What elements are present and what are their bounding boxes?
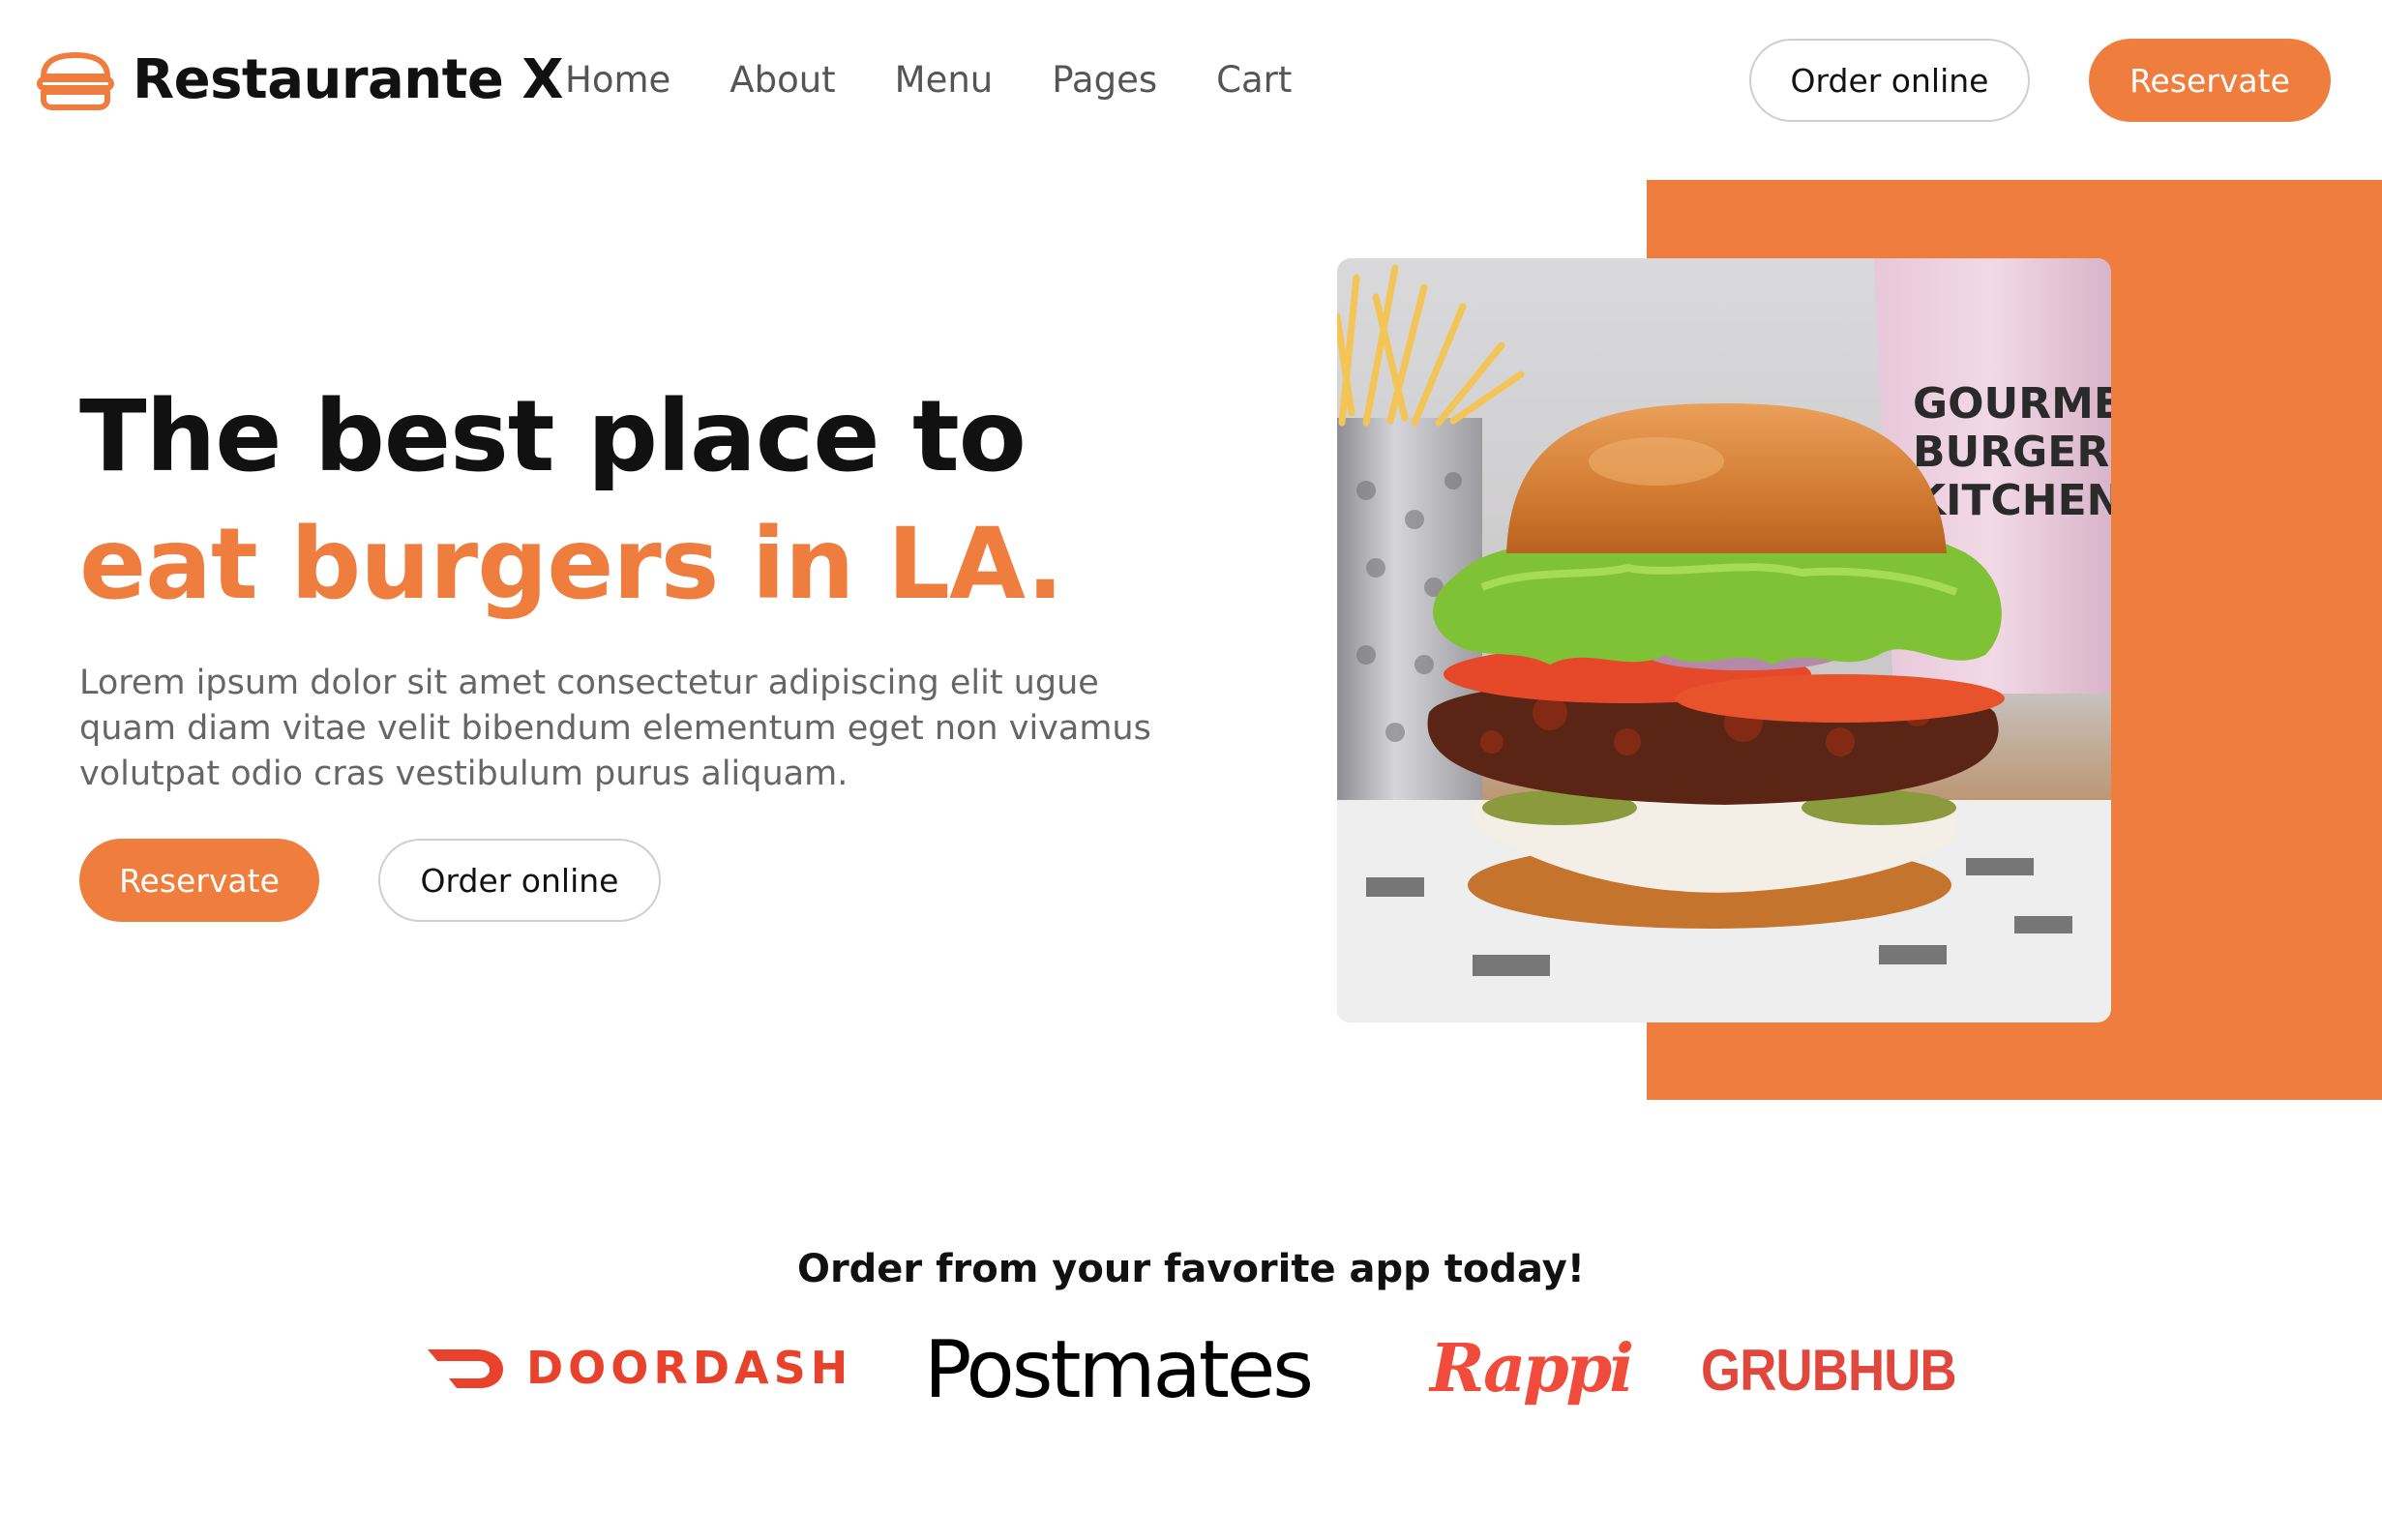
svg-text:BURGER: BURGER xyxy=(1913,428,2109,477)
brand-name[interactable]: Restaurante X xyxy=(133,48,564,112)
doordash-icon xyxy=(428,1349,503,1388)
nav-home[interactable]: Home xyxy=(565,53,670,107)
burger-logo-icon[interactable] xyxy=(36,51,115,111)
nav-cart[interactable]: Cart xyxy=(1216,53,1292,107)
svg-text:KITCHEN: KITCHEN xyxy=(1913,476,2111,525)
cup-print-icon: GOURMET BURGER KITCHEN xyxy=(1913,379,2111,525)
rappi-logo[interactable]: Rappi xyxy=(1430,1326,1634,1411)
nav-about[interactable]: About xyxy=(729,53,835,107)
apps-section-title: Order from your favorite app today! xyxy=(796,1247,1586,1291)
hero-burger-image: GOURMET BURGER KITCHEN xyxy=(1337,258,2111,1022)
hero-title-line2: eat burgers in LA. xyxy=(79,507,1064,622)
hero-order-online-button[interactable]: Order online xyxy=(378,839,661,922)
doordash-wordmark: DOORDASH xyxy=(526,1342,853,1394)
nav-pages[interactable]: Pages xyxy=(1052,53,1157,107)
postmates-logo[interactable]: Postmates xyxy=(924,1324,1314,1417)
nav-menu[interactable]: Menu xyxy=(895,53,994,107)
header-order-online-button[interactable]: Order online xyxy=(1749,39,2030,122)
hero-description: Lorem ipsum dolor sit amet consectetur a… xyxy=(79,664,1151,793)
svg-text:GOURMET: GOURMET xyxy=(1913,379,2111,429)
hero-title-line1: The best place to xyxy=(79,379,1027,494)
grubhub-logo[interactable]: GRUBHUB xyxy=(1701,1335,1957,1407)
hero-reservate-button[interactable]: Reservate xyxy=(79,839,319,922)
header-reservate-button[interactable]: Reservate xyxy=(2089,39,2331,122)
main-nav: Home About Menu Pages Cart xyxy=(565,53,1351,107)
doordash-logo[interactable]: DOORDASH xyxy=(426,1339,852,1397)
